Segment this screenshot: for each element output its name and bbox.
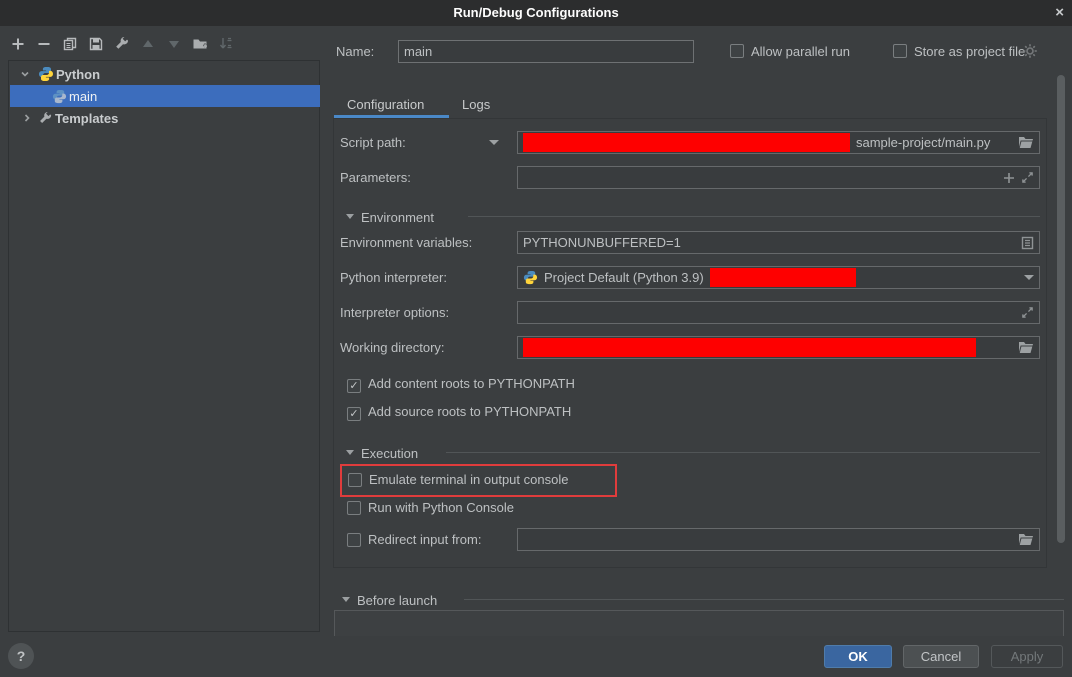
chevron-down-icon[interactable] — [20, 69, 30, 79]
name-input[interactable]: main — [398, 40, 694, 63]
add-macro-icon[interactable] — [1003, 172, 1015, 184]
new-folder-icon[interactable] — [192, 36, 208, 52]
add-content-roots-label: Add content roots to PYTHONPATH — [368, 376, 575, 392]
expand-field-icon[interactable] — [1021, 171, 1034, 184]
tree-item-label: main — [69, 89, 97, 104]
chevron-right-icon[interactable] — [22, 113, 32, 123]
working-directory-input[interactable] — [517, 336, 1040, 359]
cancel-button[interactable]: Cancel — [903, 645, 979, 668]
redirect-input-checkbox[interactable] — [347, 533, 361, 550]
move-up-icon — [140, 36, 156, 52]
script-path-input[interactable]: sample-project/main.py — [517, 131, 1040, 154]
collapse-arrow-icon — [346, 450, 354, 455]
python-interpreter-select[interactable]: Project Default (Python 3.9) — [517, 266, 1040, 289]
edit-templates-icon[interactable] — [114, 36, 130, 52]
redaction-block — [523, 338, 976, 357]
expand-field-icon[interactable] — [1021, 306, 1034, 319]
parameters-label: Parameters: — [340, 166, 411, 189]
section-divider — [468, 216, 1040, 217]
parameters-input[interactable] — [517, 166, 1040, 189]
gear-icon[interactable] — [1022, 43, 1038, 59]
collapse-arrow-icon — [342, 597, 350, 602]
copy-configuration-icon[interactable] — [62, 36, 78, 52]
tree-item-python[interactable]: Python — [10, 63, 320, 85]
python-interpreter-label: Python interpreter: — [340, 266, 447, 289]
environment-variables-input[interactable]: PYTHONUNBUFFERED=1 — [517, 231, 1040, 254]
sort-alphabetically-icon — [218, 36, 234, 52]
tab-configuration[interactable]: Configuration — [347, 97, 424, 112]
execution-section-title: Execution — [361, 442, 418, 465]
configurations-toolbar — [10, 36, 234, 52]
store-as-project-file-checkbox[interactable] — [893, 44, 907, 61]
dialog-title: Run/Debug Configurations — [0, 0, 1072, 26]
title-bar: Run/Debug Configurations — [0, 0, 1072, 26]
section-divider — [464, 599, 1064, 600]
emulate-terminal-checkbox[interactable] — [348, 473, 362, 490]
environment-variables-value: PYTHONUNBUFFERED=1 — [523, 235, 1015, 250]
python-icon — [38, 66, 54, 82]
python-icon — [523, 270, 538, 285]
close-icon[interactable]: × — [1055, 0, 1064, 26]
working-directory-label: Working directory: — [340, 336, 445, 359]
browse-variables-icon[interactable] — [1021, 236, 1034, 250]
environment-section-title: Environment — [361, 206, 434, 229]
script-path-value: sample-project/main.py — [856, 135, 990, 150]
allow-parallel-run-label: Allow parallel run — [751, 44, 850, 60]
section-divider — [446, 452, 1040, 453]
help-button[interactable]: ? — [8, 643, 34, 669]
before-launch-section-title: Before launch — [357, 589, 437, 612]
name-label: Name: — [336, 40, 374, 63]
redaction-block — [710, 268, 856, 287]
environment-variables-label: Environment variables: — [340, 231, 472, 254]
store-as-project-file-label: Store as project file — [914, 44, 1025, 60]
redirect-input-input[interactable] — [517, 528, 1040, 551]
add-configuration-icon[interactable] — [10, 36, 26, 52]
add-source-roots-checkbox[interactable]: ✓ — [347, 405, 361, 421]
apply-button: Apply — [991, 645, 1063, 668]
name-value: main — [404, 44, 432, 59]
run-debug-configurations-dialog: { "colors": { "selection_blue": "#3c6dbd… — [0, 0, 1072, 677]
add-source-roots-label: Add source roots to PYTHONPATH — [368, 404, 571, 420]
before-launch-section-header[interactable]: Before launch — [342, 589, 437, 612]
script-path-label: Script path: — [340, 131, 406, 154]
before-launch-task-list[interactable] — [334, 610, 1064, 636]
folder-icon[interactable] — [1018, 341, 1034, 355]
save-configuration-icon[interactable] — [88, 36, 104, 52]
interpreter-options-label: Interpreter options: — [340, 301, 449, 324]
folder-icon[interactable] — [1018, 136, 1034, 150]
execution-section-header[interactable]: Execution — [346, 442, 418, 465]
redaction-block — [523, 133, 850, 152]
wrench-icon — [38, 111, 53, 126]
python-interpreter-value: Project Default (Python 3.9) — [544, 270, 704, 285]
interpreter-options-input[interactable] — [517, 301, 1040, 324]
tree-item-templates[interactable]: Templates — [10, 107, 320, 129]
tree-item-main[interactable]: main — [10, 85, 320, 107]
tree-item-label: Python — [56, 67, 100, 82]
folder-icon[interactable] — [1018, 533, 1034, 547]
python-icon — [52, 89, 67, 104]
collapse-arrow-icon — [346, 214, 354, 219]
redirect-input-label: Redirect input from: — [368, 532, 481, 548]
active-tab-underline — [334, 115, 449, 118]
ok-button[interactable]: OK — [824, 645, 892, 668]
allow-parallel-run-checkbox[interactable] — [730, 44, 744, 61]
vertical-scrollbar[interactable] — [1057, 75, 1065, 543]
move-down-icon — [166, 36, 182, 52]
run-with-python-console-label: Run with Python Console — [368, 500, 514, 516]
emulate-terminal-label: Emulate terminal in output console — [369, 472, 568, 488]
environment-section-header[interactable]: Environment — [346, 206, 434, 229]
configurations-tree: Python main Templates — [8, 60, 320, 632]
run-with-python-console-checkbox[interactable] — [347, 501, 361, 518]
tree-item-label: Templates — [55, 111, 118, 126]
add-content-roots-checkbox[interactable]: ✓ — [347, 377, 361, 393]
dropdown-arrow-icon[interactable] — [1024, 275, 1034, 280]
remove-configuration-icon[interactable] — [36, 36, 52, 52]
tab-logs[interactable]: Logs — [462, 97, 490, 112]
script-path-dropdown-icon[interactable] — [489, 140, 499, 145]
